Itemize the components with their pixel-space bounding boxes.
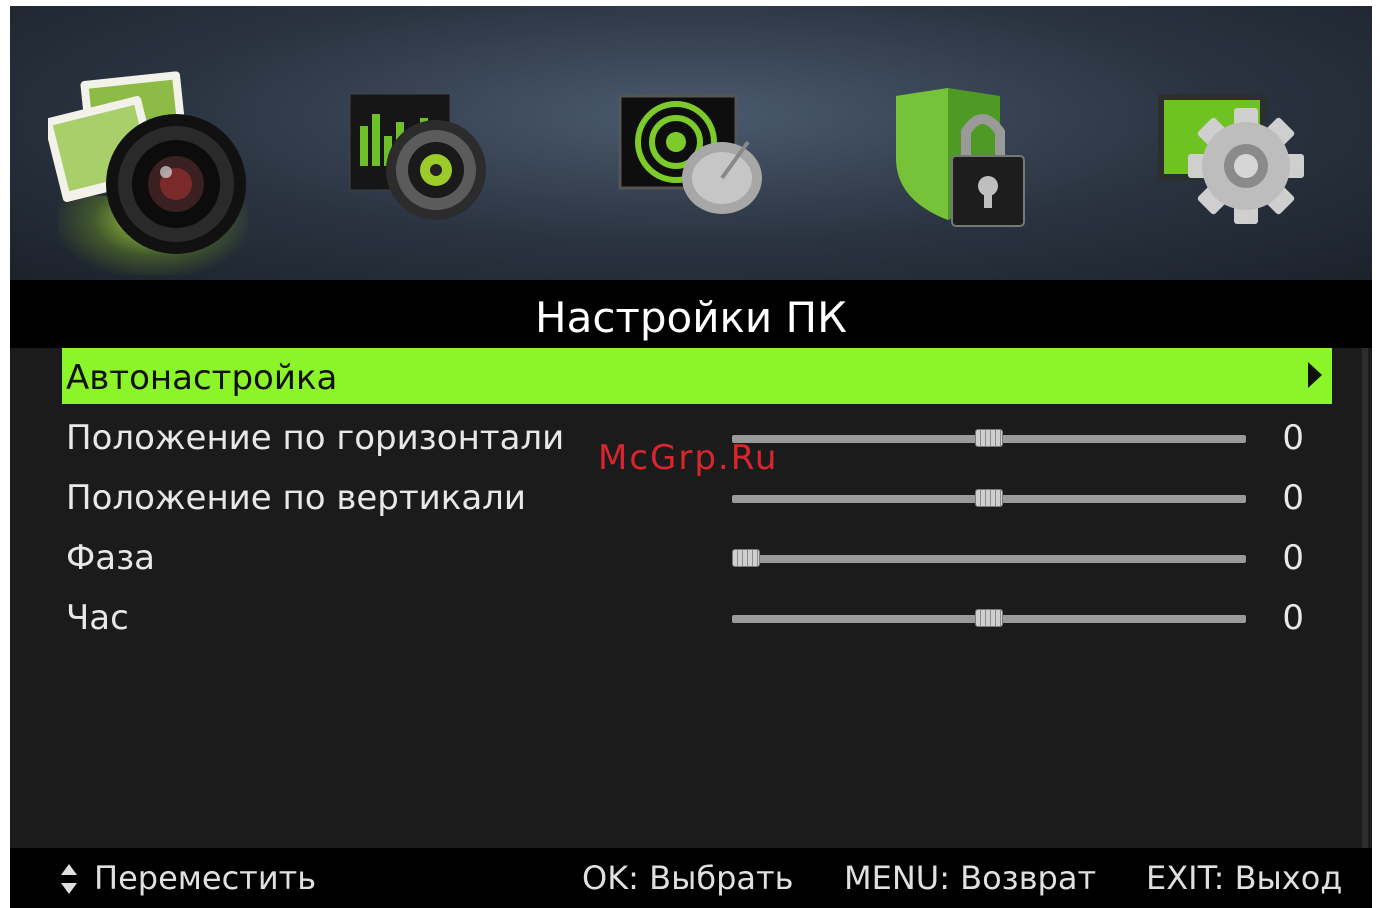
ok-hint: OK: Выбрать: [582, 859, 794, 897]
tv-osd-screen: Настройки ПК Автонастройка Положение по …: [10, 6, 1372, 908]
slider-thumb[interactable]: [975, 429, 1003, 447]
menu-item-label: Положение по горизонтали: [66, 418, 565, 458]
category-bar: [10, 6, 1372, 280]
settings-menu: Автонастройка Положение по горизонтали 0…: [62, 348, 1332, 648]
scrollbar[interactable]: [1362, 348, 1368, 848]
slider-thumb[interactable]: [732, 549, 760, 567]
clock-value: 0: [1282, 598, 1304, 638]
slider-thumb[interactable]: [975, 489, 1003, 507]
channel-icon[interactable]: [610, 66, 810, 266]
exit-hint: EXIT: Выход: [1146, 859, 1343, 897]
picture-icon[interactable]: [43, 66, 248, 276]
h-position-value: 0: [1282, 418, 1304, 458]
v-position-value: 0: [1282, 478, 1304, 518]
up-down-arrows-icon: [61, 864, 77, 894]
menu-item-label: Автонастройка: [66, 358, 338, 398]
menu-item-label: Час: [66, 598, 129, 638]
menu-hint: MENU: Возврат: [844, 859, 1097, 897]
arrow-right-icon: [1308, 362, 1322, 388]
watermark: McGrp.Ru: [598, 438, 779, 478]
phase-value: 0: [1282, 538, 1304, 578]
footer-hints: Переместить OK: Выбрать MENU: Возврат EX…: [10, 848, 1372, 908]
phase-slider[interactable]: [732, 549, 1246, 567]
menu-item-auto-adjust[interactable]: Автонастройка: [62, 348, 1332, 404]
menu-item-clock[interactable]: Час 0: [62, 588, 1332, 648]
menu-item-label: Положение по вертикали: [66, 478, 526, 518]
page-title: Настройки ПК: [535, 293, 847, 342]
lock-icon[interactable]: [882, 66, 1082, 266]
menu-item-phase[interactable]: Фаза 0: [62, 528, 1332, 588]
settings-icon[interactable]: [1150, 66, 1350, 266]
h-position-slider[interactable]: [732, 429, 1246, 447]
move-hint: Переместить: [94, 859, 317, 897]
menu-item-label: Фаза: [66, 538, 156, 578]
v-position-slider[interactable]: [732, 489, 1246, 507]
clock-slider[interactable]: [732, 609, 1246, 627]
sound-icon[interactable]: [340, 66, 540, 266]
slider-thumb[interactable]: [975, 609, 1003, 627]
